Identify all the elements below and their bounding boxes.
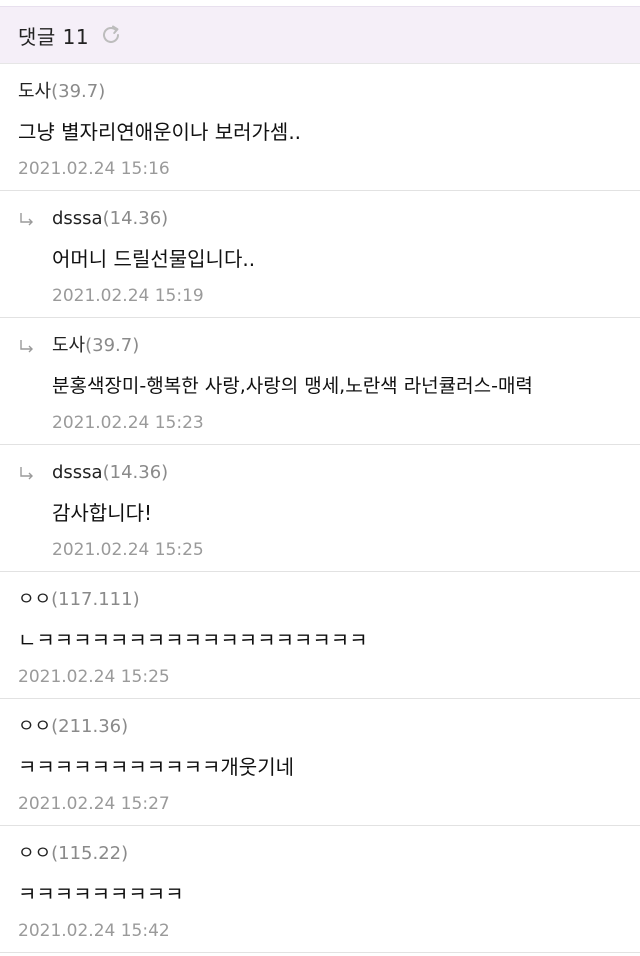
comments-header: 댓글 11 — [0, 6, 640, 64]
comment-author[interactable]: dsssa — [52, 208, 103, 229]
refresh-icon[interactable] — [99, 23, 123, 47]
comment-text: ㄴㅋㅋㅋㅋㅋㅋㅋㅋㅋㅋㅋㅋㅋㅋㅋㅋㅋㅋ — [18, 628, 368, 652]
comment-text: 그냥 별자리연애운이나 보러가셈.. — [18, 120, 302, 144]
comment-meta: dsssa(14.36) — [52, 207, 168, 231]
comment-ip: (14.36) — [102, 208, 169, 229]
comment-list: 도사(39.7) 그냥 별자리연애운이나 보러가셈.. 2021.02.24 1… — [0, 64, 640, 953]
comment-author[interactable]: 도사 — [52, 335, 85, 356]
comment-date: 2021.02.24 15:42 — [18, 921, 170, 941]
comment-ip: (117.111) — [51, 589, 140, 610]
comment-ip: (115.22) — [51, 843, 129, 864]
reply-item: dsssa(14.36) 감사합니다! 2021.02.24 15:25 — [0, 445, 640, 572]
comment-meta: dsssa(14.36) — [52, 461, 168, 485]
comment-meta: ㅇㅇ(115.22) — [18, 842, 128, 866]
comment-text: ㅋㅋㅋㅋㅋㅋㅋㅋㅋ — [18, 882, 184, 906]
comment-item: ㅇㅇ(117.111) ㄴㅋㅋㅋㅋㅋㅋㅋㅋㅋㅋㅋㅋㅋㅋㅋㅋㅋㅋ 2021.02.… — [0, 572, 640, 699]
comment-author[interactable]: ㅇㅇ — [18, 716, 51, 737]
comment-date: 2021.02.24 15:25 — [52, 540, 204, 560]
comment-item: ㅇㅇ(115.22) ㅋㅋㅋㅋㅋㅋㅋㅋㅋ 2021.02.24 15:42 — [0, 826, 640, 953]
comment-item: ㅇㅇ(211.36) ㅋㅋㅋㅋㅋㅋㅋㅋㅋㅋㅋ개웃기네 2021.02.24 15… — [0, 699, 640, 826]
comment-author[interactable]: dsssa — [52, 462, 103, 483]
reply-arrow-icon — [18, 211, 36, 229]
comment-count-title: 댓글 11 — [18, 24, 90, 49]
comment-author[interactable]: ㅇㅇ — [18, 589, 51, 610]
comment-ip: (39.7) — [85, 335, 140, 356]
comment-item: 도사(39.7) 그냥 별자리연애운이나 보러가셈.. 2021.02.24 1… — [0, 64, 640, 191]
comment-meta: 도사(39.7) — [18, 80, 105, 104]
reply-item: dsssa(14.36) 어머니 드릴선물입니다.. 2021.02.24 15… — [0, 191, 640, 318]
comment-date: 2021.02.24 15:16 — [18, 159, 170, 179]
comment-author[interactable]: ㅇㅇ — [18, 843, 51, 864]
reply-arrow-icon — [18, 465, 36, 483]
comment-text: ㅋㅋㅋㅋㅋㅋㅋㅋㅋㅋㅋ개웃기네 — [18, 755, 294, 779]
comment-date: 2021.02.24 15:27 — [18, 794, 170, 814]
comment-date: 2021.02.24 15:25 — [18, 667, 170, 687]
comment-ip: (14.36) — [102, 462, 169, 483]
reply-arrow-icon — [18, 338, 36, 356]
comment-meta: 도사(39.7) — [52, 334, 139, 358]
comment-ip: (39.7) — [51, 81, 106, 102]
comment-date: 2021.02.24 15:19 — [52, 286, 204, 306]
comment-ip: (211.36) — [51, 716, 129, 737]
comment-date: 2021.02.24 15:23 — [52, 413, 204, 433]
comment-text: 분홍색장미-행복한 사랑,사랑의 맹세,노란색 라넌큘러스-매력 — [52, 375, 533, 397]
reply-item: 도사(39.7) 분홍색장미-행복한 사랑,사랑의 맹세,노란색 라넌큘러스-매… — [0, 318, 640, 445]
comment-text: 어머니 드릴선물입니다.. — [52, 247, 256, 271]
comment-author[interactable]: 도사 — [18, 81, 51, 102]
comment-text: 감사합니다! — [52, 501, 153, 525]
comment-meta: ㅇㅇ(117.111) — [18, 588, 140, 612]
comment-meta: ㅇㅇ(211.36) — [18, 715, 128, 739]
